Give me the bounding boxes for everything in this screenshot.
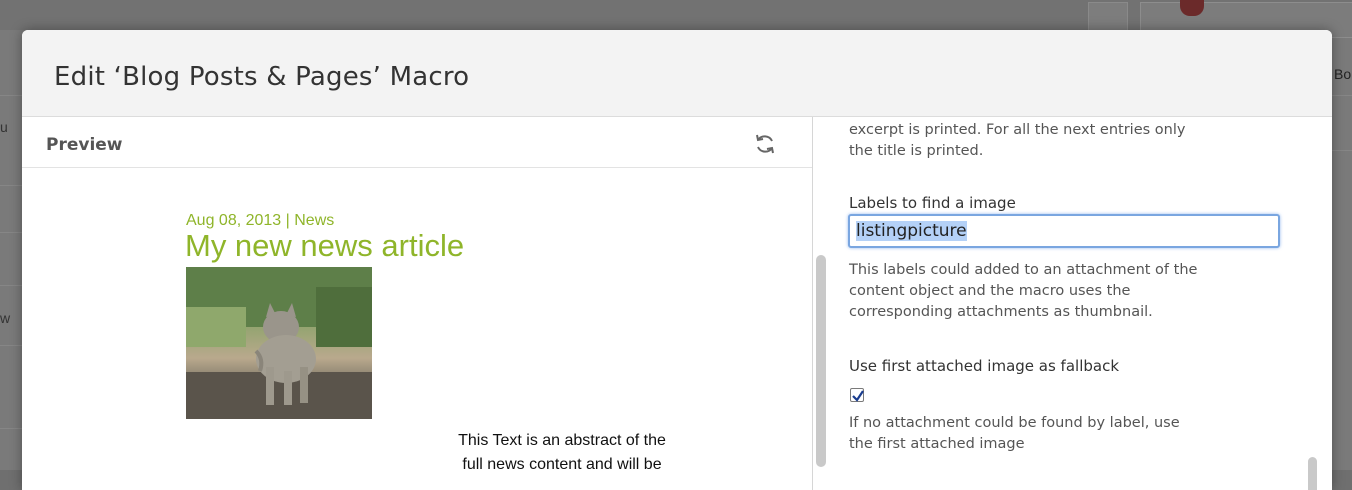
preview-label: Preview	[46, 135, 123, 155]
help-line: content object and the macro uses the	[849, 283, 1131, 299]
background-left-text: w	[0, 310, 11, 326]
help-line: If no attachment could be found by label…	[849, 415, 1180, 431]
preview-scrollbar[interactable]	[816, 255, 826, 467]
dialog-header: Edit ‘Blog Posts & Pages’ Macro	[22, 30, 1332, 117]
article-abstract-line: This Text is an abstract of the	[458, 432, 666, 449]
fallback-checkbox[interactable]	[850, 388, 864, 402]
divider	[0, 285, 22, 286]
image-labels-value: listingpicture	[856, 221, 967, 241]
checkmark-icon	[852, 390, 864, 402]
excerpt-help-text: excerpt is printed. For all the next ent…	[849, 120, 1185, 162]
preview-header: Preview	[22, 117, 812, 168]
dialog-title: Edit ‘Blog Posts & Pages’ Macro	[54, 62, 470, 92]
article-abstract-line: full news content and will be	[462, 456, 662, 473]
refresh-icon[interactable]	[753, 132, 777, 156]
help-line: This labels could added to an attachment…	[849, 262, 1198, 278]
edit-macro-dialog: Edit ‘Blog Posts & Pages’ Macro Preview …	[22, 30, 1332, 490]
image-labels-input[interactable]: listingpicture	[848, 214, 1280, 248]
image-labels-help: This labels could added to an attachment…	[849, 260, 1197, 323]
help-line: corresponding attachments as thumbnail.	[849, 304, 1153, 320]
divider	[0, 345, 22, 346]
background-logo	[1180, 0, 1204, 16]
settings-scrollbar[interactable]	[1308, 457, 1317, 490]
background-right-text: Bo	[1334, 66, 1352, 82]
fallback-help: If no attachment could be found by label…	[849, 413, 1180, 455]
background-button	[1088, 2, 1128, 32]
article-thumbnail-image	[186, 267, 372, 419]
help-line: the title is printed.	[849, 143, 984, 159]
divider	[0, 95, 22, 96]
background-left-text: u	[0, 119, 8, 135]
divider	[0, 185, 22, 186]
settings-pane: excerpt is printed. For all the next ent…	[832, 117, 1332, 490]
preview-pane: Preview Aug 08, 2013 | News My new news …	[22, 117, 826, 490]
article-title: My new news article	[185, 228, 465, 263]
help-line: excerpt is printed. For all the next ent…	[849, 122, 1186, 138]
divider	[1332, 95, 1352, 96]
divider	[0, 232, 22, 233]
divider	[1332, 150, 1352, 151]
fallback-label: Use first attached image as fallback	[849, 357, 1120, 375]
divider	[0, 428, 22, 429]
help-line: the first attached image	[849, 436, 1025, 452]
image-labels-label: Labels to find a image	[849, 194, 1016, 212]
